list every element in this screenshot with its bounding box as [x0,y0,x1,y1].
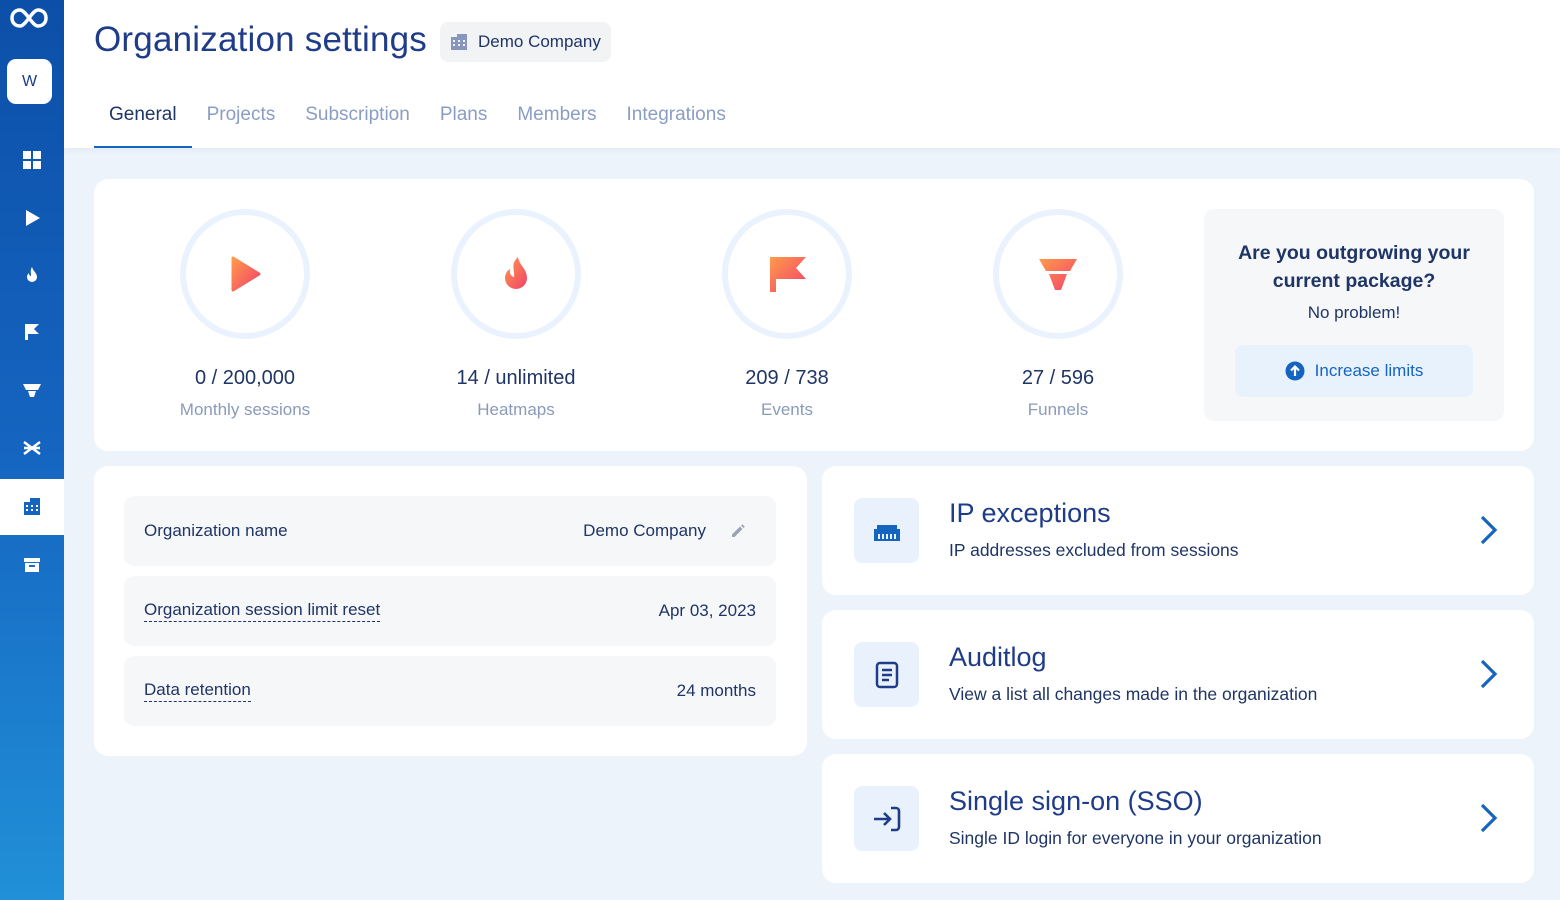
dashboard-icon [23,151,41,169]
card-title: IP exceptions [949,498,1111,528]
stat-value: 0 / 200,000 [194,367,296,389]
icon-box [854,498,919,563]
funnel-icon [1039,259,1077,290]
card-title: Auditlog [949,642,1047,672]
org-name-label: Organization name [144,521,288,540]
org-name-row: Organization name Demo Company [124,496,776,566]
ip-exceptions-card[interactable]: IP exceptions IP addresses excluded from… [822,466,1534,595]
funnels-icon [23,384,41,397]
increase-limits-label: Increase limits [1314,361,1424,380]
organization-details-card: Organization name Demo Company Organizat… [94,466,807,756]
session-limit-reset-row: Organization session limit reset Apr 03,… [124,576,776,646]
page-header: Organization settings Demo Company Gener… [64,0,1560,148]
sidebar-item-events[interactable] [0,304,64,360]
sidebar-item-integrations[interactable] [0,420,64,476]
sidebar-item-heatmaps[interactable] [0,247,64,303]
chevron-right-icon [1480,659,1498,689]
increase-limits-button[interactable]: Increase limits [1235,345,1473,397]
workspace-initial: W [21,72,38,90]
tab-projects[interactable]: Projects [192,94,291,146]
recordings-play-icon [26,210,40,226]
organization-chip: Demo Company [440,22,611,62]
icon-box [854,642,919,707]
sso-card[interactable]: Single sign-on (SSO) Single ID login for… [822,754,1534,883]
infinity-logo-icon[interactable] [8,4,50,32]
stat-events: 209 / 738 Events [687,209,887,420]
card-description: Single ID login for everyone in your org… [949,828,1322,848]
stat-label: Monthly sessions [179,400,311,419]
events-flag-icon [25,324,39,340]
workspace-avatar[interactable]: W [7,59,52,104]
stat-ring [993,209,1123,339]
page-title: Organization settings [94,20,427,59]
stat-value: 27 / 596 [1021,367,1095,389]
stat-value: 209 / 738 [745,367,829,389]
sidebar: W [0,0,64,900]
organization-chip-label: Demo Company [478,32,601,51]
stat-funnels: 27 / 596 Funnels [958,209,1158,420]
org-name-value: Demo Company [583,521,706,540]
edit-org-name-button[interactable] [720,513,756,549]
sidebar-item-dashboard[interactable] [0,132,64,188]
stat-ring [451,209,581,339]
auditlog-card[interactable]: Auditlog View a list all changes made in… [822,610,1534,739]
card-title: Single sign-on (SSO) [949,786,1203,816]
card-description: IP addresses excluded from sessions [949,540,1239,560]
tab-subscription[interactable]: Subscription [290,94,425,146]
document-icon [875,661,898,688]
chevron-right-icon [1480,803,1498,833]
flame-icon [505,257,527,289]
pencil-icon [732,524,745,537]
login-icon [873,806,900,831]
session-limit-reset-label[interactable]: Organization session limit reset [144,600,381,622]
sidebar-item-recordings[interactable] [0,190,64,246]
stat-label: Funnels [1027,400,1089,419]
play-icon [231,256,261,292]
upsell-answer: No problem! [1307,303,1401,322]
tab-general[interactable]: General [94,94,192,148]
tab-integrations[interactable]: Integrations [612,94,741,146]
organization-icon [24,498,40,515]
icon-box [854,786,919,851]
integrations-icon [23,441,41,455]
archive-icon [24,558,40,572]
session-limit-reset-value: Apr 03, 2023 [658,601,756,620]
tab-plans[interactable]: Plans [425,94,503,146]
stat-label: Heatmaps [477,400,555,419]
flag-icon [770,257,806,292]
tab-bar: General Projects Subscription Plans Memb… [94,94,741,148]
upsell-question: Are you outgrowing your current package? [1238,242,1470,292]
stat-label: Events [761,400,813,419]
stat-ring [180,209,310,339]
network-icon [873,524,900,541]
data-retention-row: Data retention 24 months [124,656,776,726]
sidebar-item-archive[interactable] [0,537,64,593]
stat-heatmaps: 14 / unlimited Heatmaps [416,209,616,420]
sidebar-item-funnels[interactable] [0,362,64,418]
chevron-right-icon [1480,515,1498,545]
arrow-up-circle-icon [1285,361,1305,381]
stat-value: 14 / unlimited [456,367,576,389]
stat-ring [722,209,852,339]
stat-monthly-sessions: 0 / 200,000 Monthly sessions [145,209,345,420]
tab-members[interactable]: Members [502,94,611,146]
card-description: View a list all changes made in the orga… [949,684,1318,704]
building-icon [451,34,467,50]
heatmaps-flame-icon [27,267,37,282]
data-retention-value: 24 months [676,681,756,700]
upsell-panel: Are you outgrowing your current package?… [1204,209,1504,421]
usage-stats-card: 0 / 200,000 Monthly sessions 14 / unlimi… [94,179,1534,451]
sidebar-item-organization[interactable] [0,479,64,535]
data-retention-label[interactable]: Data retention [144,680,251,702]
